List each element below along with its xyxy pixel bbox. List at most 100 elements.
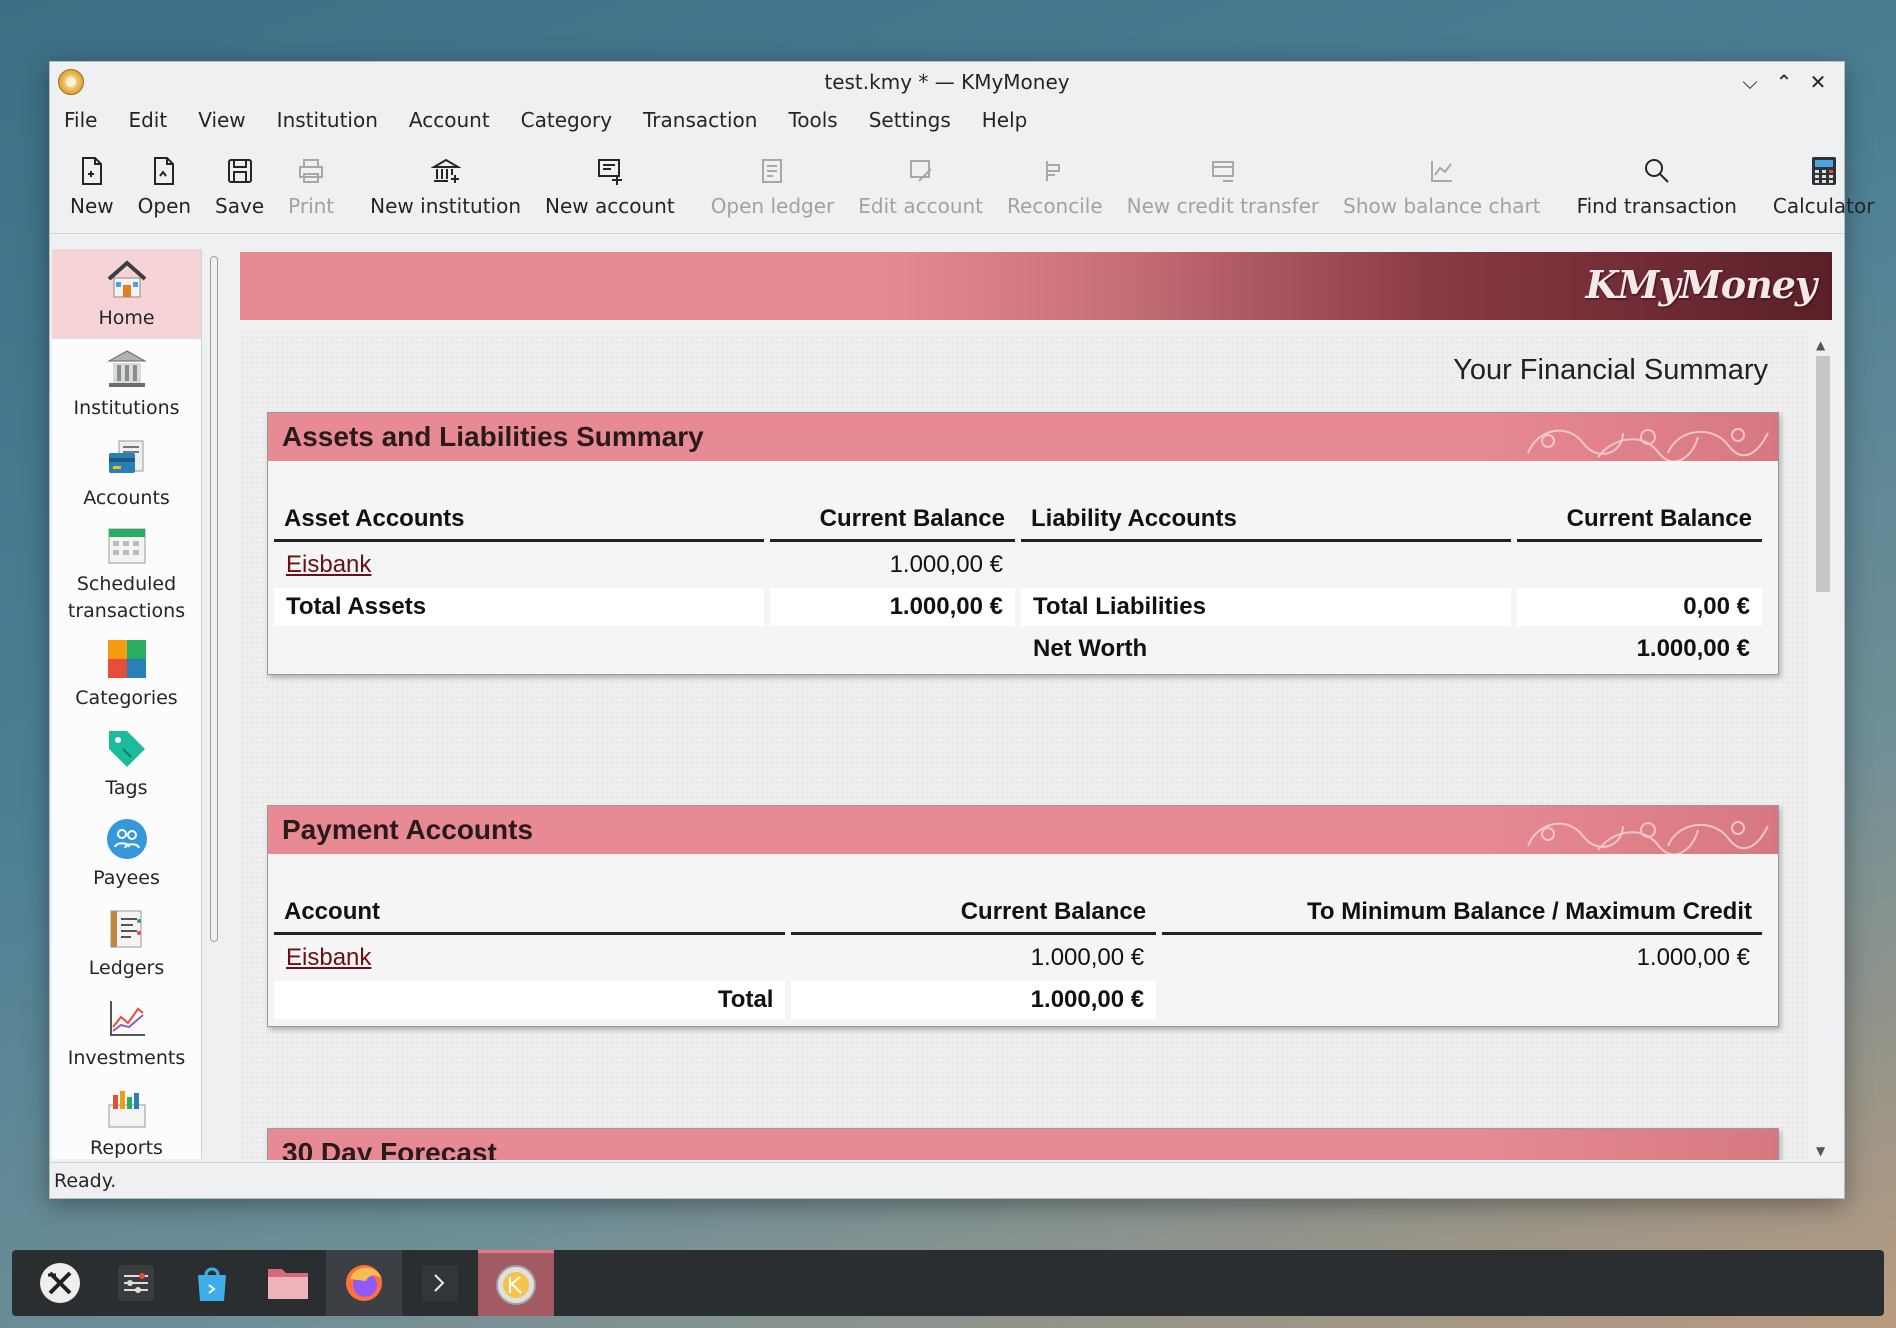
calculator-button[interactable]: Calculator bbox=[1761, 138, 1887, 233]
taskbar-launcher[interactable] bbox=[22, 1250, 98, 1316]
menu-view[interactable]: View bbox=[198, 108, 245, 132]
taskbar-firefox[interactable] bbox=[326, 1250, 402, 1316]
taskbar-kmymoney[interactable] bbox=[478, 1250, 554, 1316]
titlebar[interactable]: test.kmy * — KMyMoney ⌵ ⌃ ✕ bbox=[50, 62, 1844, 102]
table-row: Total 1.000,00 € bbox=[274, 981, 1762, 1019]
navigation-sidebar: Home Institutions Accounts Scheduled tra… bbox=[52, 249, 202, 1159]
account-link-eisbank[interactable]: Eisbank bbox=[286, 944, 371, 971]
status-text: Ready. bbox=[54, 1169, 117, 1192]
open-ledger-button[interactable]: Open ledger bbox=[699, 138, 847, 233]
save-button[interactable]: Save bbox=[203, 138, 276, 233]
scroll-down-icon[interactable]: ▼ bbox=[1816, 1144, 1825, 1158]
sidebar-item-categories[interactable]: Categories bbox=[52, 629, 201, 719]
folder-icon bbox=[268, 1269, 308, 1299]
ornament-icon bbox=[1527, 428, 1769, 461]
bank-add-icon bbox=[430, 154, 461, 188]
home-view: KMyMoney Your Financial Summary Assets a… bbox=[240, 252, 1832, 1160]
main-toolbar: New Open Save Print New institution New … bbox=[50, 138, 1874, 234]
total-liabilities-value: 0,00 € bbox=[1517, 588, 1762, 626]
taskbar-settings[interactable] bbox=[98, 1250, 174, 1316]
menu-transaction[interactable]: Transaction bbox=[643, 108, 757, 132]
new-file-icon bbox=[78, 154, 106, 188]
assets-liabilities-panel: Assets and Liabilities Summary Asset Acc… bbox=[267, 412, 1779, 675]
sidebar-item-ledgers[interactable]: Ledgers bbox=[52, 899, 201, 989]
status-bar: Ready. bbox=[50, 1162, 1844, 1198]
find-transaction-button[interactable]: Find transaction bbox=[1565, 138, 1749, 233]
sidebar-item-investments[interactable]: Investments bbox=[52, 989, 201, 1079]
sidebar-item-scheduled-transactions[interactable]: Scheduled transactions bbox=[52, 519, 201, 629]
save-icon bbox=[226, 154, 254, 188]
sidebar-scrollbar[interactable] bbox=[208, 256, 220, 1142]
panel-title: 30 Day Forecast bbox=[282, 1137, 497, 1160]
account-link-eisbank[interactable]: Eisbank bbox=[286, 551, 371, 578]
open-button[interactable]: Open bbox=[126, 138, 203, 233]
menu-tools[interactable]: Tools bbox=[788, 108, 837, 132]
new-credit-transfer-button[interactable]: New credit transfer bbox=[1115, 138, 1332, 233]
edit-account-icon bbox=[907, 154, 935, 188]
sidebar-item-home[interactable]: Home bbox=[52, 249, 201, 339]
accounts-icon bbox=[108, 440, 143, 473]
new-account-button[interactable]: New account bbox=[533, 138, 687, 233]
asset-balance: 1.000,00 € bbox=[889, 551, 1003, 578]
payment-total-value: 1.000,00 € bbox=[791, 981, 1157, 1019]
kmymoney-window: test.kmy * — KMyMoney ⌵ ⌃ ✕ File Edit Vi… bbox=[49, 61, 1874, 1199]
new-button[interactable]: New bbox=[58, 138, 126, 233]
minimize-icon[interactable]: ⌵ bbox=[1736, 68, 1764, 96]
panel-title: Assets and Liabilities Summary bbox=[282, 421, 704, 452]
ornament-icon bbox=[1527, 821, 1769, 854]
menubar: File Edit View Institution Account Categ… bbox=[50, 102, 1844, 138]
menu-file[interactable]: File bbox=[64, 108, 97, 132]
menu-institution[interactable]: Institution bbox=[277, 108, 378, 132]
panel-header: Assets and Liabilities Summary bbox=[268, 413, 1778, 461]
window-title: test.kmy * — KMyMoney bbox=[824, 70, 1070, 94]
kmymoney-icon bbox=[496, 1264, 536, 1305]
new-institution-button[interactable]: New institution bbox=[358, 138, 533, 233]
chart-icon bbox=[1428, 154, 1456, 188]
sidebar-item-accounts[interactable]: Accounts bbox=[52, 429, 201, 519]
col-current-balance: Current Balance bbox=[770, 499, 1015, 542]
content-scrollbar-thumb[interactable] bbox=[1816, 356, 1830, 592]
show-balance-chart-button[interactable]: Show balance chart bbox=[1331, 138, 1552, 233]
kmymoney-banner: KMyMoney bbox=[240, 252, 1832, 320]
menu-settings[interactable]: Settings bbox=[869, 108, 951, 132]
tag-icon bbox=[108, 730, 145, 767]
sidebar-item-tags[interactable]: Tags bbox=[52, 719, 201, 809]
reconcile-button[interactable]: Reconcile bbox=[995, 138, 1115, 233]
menu-account[interactable]: Account bbox=[409, 108, 490, 132]
maximize-icon[interactable]: ⌃ bbox=[1770, 68, 1798, 96]
credit-transfer-icon bbox=[1209, 154, 1237, 188]
sidebar-item-institutions[interactable]: Institutions bbox=[52, 339, 201, 429]
menu-help[interactable]: Help bbox=[982, 108, 1028, 132]
taskbar-discover[interactable] bbox=[174, 1250, 250, 1316]
col-min-balance: To Minimum Balance / Maximum Credit bbox=[1162, 892, 1762, 935]
sidebar-scrollbar-thumb[interactable] bbox=[210, 256, 218, 942]
ledger-icon bbox=[758, 154, 786, 188]
categories-icon bbox=[107, 639, 146, 678]
col-current-balance: Current Balance bbox=[791, 892, 1157, 935]
sidebar-item-reports[interactable]: Reports bbox=[52, 1079, 201, 1159]
menu-edit[interactable]: Edit bbox=[128, 108, 167, 132]
payment-balance: 1.000,00 € bbox=[1030, 944, 1145, 971]
content-scrollbar[interactable]: ▲ ▼ bbox=[1814, 338, 1830, 1158]
terminal-icon bbox=[422, 1265, 458, 1301]
reconcile-icon bbox=[1041, 154, 1069, 188]
investments-icon bbox=[109, 1000, 145, 1036]
sidebar-item-payees[interactable]: Payees bbox=[52, 809, 201, 899]
col-liability-accounts: Liability Accounts bbox=[1021, 499, 1511, 542]
open-file-icon bbox=[150, 154, 178, 188]
printer-icon bbox=[297, 154, 325, 188]
search-icon bbox=[1643, 154, 1671, 188]
calculator-icon bbox=[1811, 154, 1837, 188]
edit-account-button[interactable]: Edit account bbox=[846, 138, 995, 233]
kmymoney-logo: KMyMoney bbox=[1585, 262, 1817, 307]
col-asset-accounts: Asset Accounts bbox=[274, 499, 764, 542]
menu-category[interactable]: Category bbox=[521, 108, 612, 132]
panel-header: Payment Accounts bbox=[268, 806, 1778, 854]
scroll-up-icon[interactable]: ▲ bbox=[1816, 338, 1825, 352]
taskbar-file-manager[interactable] bbox=[250, 1250, 326, 1316]
taskbar-terminal[interactable] bbox=[402, 1250, 478, 1316]
payment-min-balance: 1.000,00 € bbox=[1636, 944, 1750, 971]
close-icon[interactable]: ✕ bbox=[1804, 68, 1832, 96]
print-button[interactable]: Print bbox=[276, 138, 346, 233]
home-content: Your Financial Summary Assets and Liabil… bbox=[240, 330, 1808, 1160]
